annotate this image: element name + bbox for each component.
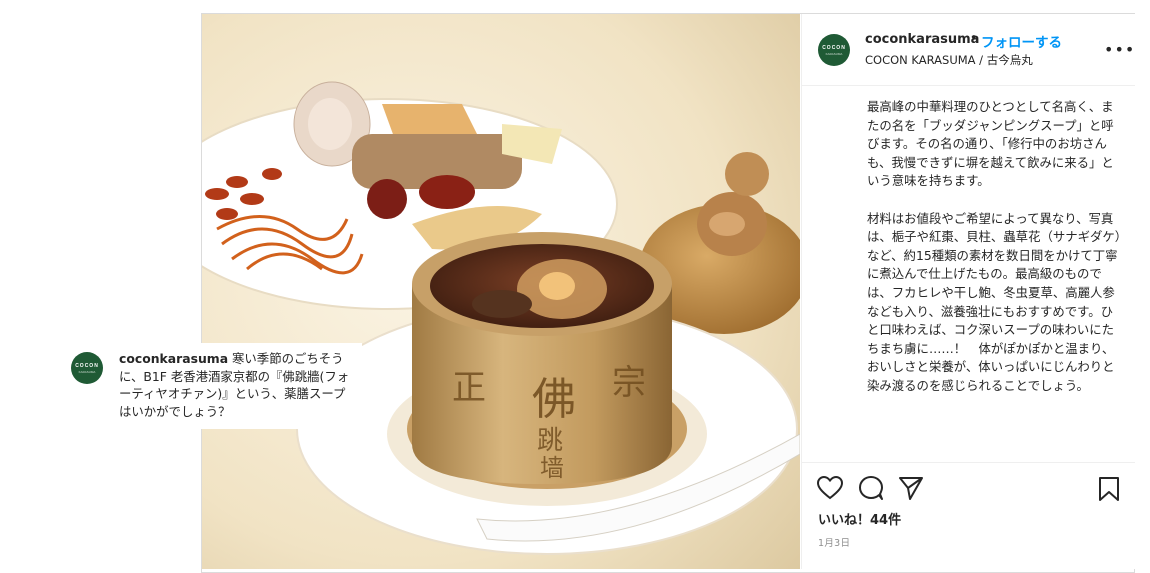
bookmark-icon[interactable] <box>1098 476 1120 506</box>
cup-char-center2: 跳 <box>537 426 563 456</box>
preview-caption: coconkarasuma 寒い季節のごちそうに、B1F 老香港酒家京都の『佛跳… <box>119 350 357 420</box>
like-count[interactable]: いいね！44件 <box>818 509 901 528</box>
jujube-2 <box>419 175 475 209</box>
post-actions: いいね！44件 1月3日 <box>802 462 1135 569</box>
cup-char-left: 正 <box>452 368 486 408</box>
more-options-icon[interactable]: ••• <box>1104 40 1135 59</box>
post-date[interactable]: 1月3日 <box>818 535 850 549</box>
cup-char-right: 宗 <box>612 363 646 403</box>
preview-avatar-line2: KARASUMA <box>78 370 96 374</box>
soup-photo-illustration: 正 佛 跳 墙 宗 <box>202 14 800 569</box>
preview-username[interactable]: coconkarasuma <box>119 351 228 366</box>
post-photo[interactable]: 正 佛 跳 墙 宗 <box>202 14 800 569</box>
account-username[interactable]: coconkarasuma <box>865 32 979 47</box>
avatar-text-line2: KARASUMA <box>825 52 843 56</box>
post-header: COCON KARASUMA coconkarasuma • フォローする CO… <box>802 14 1135 86</box>
preview-avatar[interactable]: COCON KARASUMA <box>71 352 103 384</box>
share-icon[interactable] <box>898 476 924 504</box>
account-avatar[interactable]: COCON KARASUMA <box>818 34 850 66</box>
jujube-1 <box>367 179 407 219</box>
separator-dot: • <box>970 31 978 46</box>
post-side-panel: COCON KARASUMA coconkarasuma • フォローする CO… <box>801 14 1135 569</box>
post-caption: 最高峰の中華料理のひとつとして名高く、またの名を「ブッダジャンピングスープ」と呼… <box>867 99 1122 393</box>
caption-preview-card: COCON KARASUMA coconkarasuma 寒い季節のごちそうに、… <box>56 343 362 429</box>
preview-avatar-line1: COCON <box>75 363 99 369</box>
follow-button[interactable]: フォローする <box>981 31 1062 51</box>
cup-char-center: 佛 <box>532 374 576 425</box>
heart-icon[interactable] <box>816 475 844 504</box>
post-location[interactable]: COCON KARASUMA / 古今烏丸 <box>865 52 1033 68</box>
avatar-text-line1: COCON <box>822 45 846 51</box>
cup-char-center3: 墙 <box>540 454 564 482</box>
comment-icon[interactable] <box>858 476 884 504</box>
